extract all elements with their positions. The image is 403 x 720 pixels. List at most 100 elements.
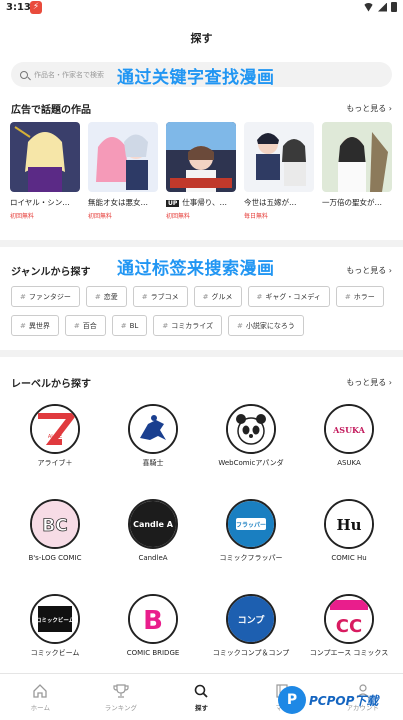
svg-text:コミックビーム: コミックビーム <box>36 616 75 624</box>
watermark: P PCPOP下载 <box>278 680 403 720</box>
search-caption: 通过关键字查找漫画 <box>117 68 275 88</box>
update-badge: UP <box>166 200 180 207</box>
page-title: 探す <box>190 32 213 45</box>
ads-section-title: 広告で話題の作品 <box>11 105 91 116</box>
label-item[interactable]: BC B's-LOG COMIC <box>6 499 104 581</box>
label-name: COMIC BRIDGE <box>126 649 180 657</box>
label-item[interactable]: Candle A CandleA <box>104 499 202 581</box>
label-logo: Candle A <box>128 499 178 549</box>
ad-title: 今世は五嫁が… <box>244 198 297 207</box>
ad-free-tag <box>322 211 392 219</box>
nav-label: ランキング <box>104 704 138 712</box>
status-time: 3:13 <box>6 2 31 13</box>
label-section-title: レーベルから探す <box>11 379 91 390</box>
ads-list: ロイヤル・シン… 初回無料 無能オ女は悪女… 初回無料 UP 仕事帰り、… 初回… <box>10 122 392 220</box>
nav-home[interactable]: ホーム <box>0 674 81 720</box>
nav-ranking[interactable]: ランキング <box>81 674 162 720</box>
label-logo: Hu <box>324 499 374 549</box>
section-divider <box>0 240 403 247</box>
label-item[interactable]: ASUKA ASUKA <box>300 404 398 486</box>
genre-tag[interactable]: # BL <box>111 315 148 336</box>
label-logo: BC <box>30 499 80 549</box>
genre-more-link[interactable]: もっと見る › <box>346 265 392 276</box>
ad-card[interactable]: UP 仕事帰り、… 初回無料 <box>166 122 236 220</box>
genre-tag[interactable]: # ギャグ・コメディ <box>247 286 330 307</box>
label-grid: ALIVE アライブ＋ 喜騎士 WebComicアパンダ ASUKA ASUKA… <box>6 404 398 676</box>
svg-text:CC: CC <box>336 616 362 637</box>
label-logo: ALIVE <box>30 404 80 454</box>
genre-tag[interactable]: # ラブコメ <box>132 286 188 307</box>
label-item[interactable]: フラッパー コミックフラッパー <box>202 499 300 581</box>
label-item[interactable]: WebComicアパンダ <box>202 404 300 486</box>
ad-title: 一万倍の聖女が… <box>322 198 382 207</box>
svg-text:フラッパー: フラッパー <box>236 521 266 529</box>
label-name: COMIC Hu <box>331 554 367 562</box>
watermark-logo: P <box>278 686 306 714</box>
ad-card[interactable]: ロイヤル・シン… 初回無料 <box>10 122 80 220</box>
label-item[interactable]: ALIVE アライブ＋ <box>6 404 104 486</box>
label-logo: ASUKA <box>324 404 374 454</box>
label-name: B's-LOG COMIC <box>28 554 82 562</box>
svg-text:Candle A: Candle A <box>133 520 174 529</box>
label-item[interactable]: B COMIC BRIDGE <box>104 594 202 676</box>
genre-tag[interactable]: # 恋愛 <box>85 286 127 307</box>
label-name: 喜騎士 <box>142 459 164 467</box>
genre-tag[interactable]: # グルメ <box>193 286 242 307</box>
label-logo: コミックビーム <box>30 594 80 644</box>
label-name: コンプエース コミックス <box>309 649 389 657</box>
label-item[interactable]: コンプ コミックコンプ＆コンプ <box>202 594 300 676</box>
search-icon <box>195 684 209 698</box>
svg-text:Hu: Hu <box>336 516 361 534</box>
label-logo: コンプ <box>226 594 276 644</box>
label-item[interactable]: コミックビーム コミックビーム <box>6 594 104 676</box>
home-icon <box>33 684 47 698</box>
wifi-icon <box>363 2 374 12</box>
label-more-link[interactable]: もっと見る › <box>346 377 392 388</box>
ads-more-link[interactable]: もっと見る › <box>346 103 392 114</box>
label-logo: B <box>128 594 178 644</box>
label-name: CandleA <box>138 554 168 562</box>
ad-title: ロイヤル・シン… <box>10 198 70 207</box>
ad-free-tag: 初回無料 <box>166 213 191 220</box>
genre-tag[interactable]: # ホラー <box>335 286 384 307</box>
label-name: コミックフラッパー <box>219 554 283 562</box>
ad-cover-image <box>244 122 314 192</box>
svg-text:コンプ: コンプ <box>238 614 266 626</box>
genre-tag[interactable]: # コミカライズ <box>153 315 222 336</box>
ad-cover-image <box>322 122 392 192</box>
watermark-text: PCPOP下载 <box>309 693 379 708</box>
ad-card[interactable]: 今世は五嫁が… 毎日無料 <box>244 122 314 220</box>
nav-label: ホーム <box>30 704 50 712</box>
label-logo: フラッパー <box>226 499 276 549</box>
genre-tag[interactable]: # ファンタジー <box>11 286 80 307</box>
ad-card[interactable]: 無能オ女は悪女… 初回無料 <box>88 122 158 220</box>
battery-icon <box>391 2 397 12</box>
ad-card[interactable]: 一万倍の聖女が… <box>322 122 392 219</box>
label-name: アライブ＋ <box>37 459 73 467</box>
nav-search[interactable]: 探す <box>161 674 242 720</box>
label-item[interactable]: 喜騎士 <box>104 404 202 486</box>
genre-tag[interactable]: # 小説家になろう <box>228 315 304 336</box>
svg-text:B: B <box>143 606 163 636</box>
ad-cover-image <box>166 122 236 192</box>
ad-free-tag: 毎日無料 <box>244 213 269 220</box>
ad-cover-image <box>10 122 80 192</box>
genre-tag[interactable]: # 百合 <box>64 315 106 336</box>
genre-tag-list: # ファンタジー # 恋愛 # ラブコメ # グルメ # ギャグ・コメディ # ホラー # 異… <box>11 286 394 336</box>
label-name: ASUKA <box>337 459 361 467</box>
search-icon <box>20 70 28 79</box>
label-item[interactable]: Hu COMIC Hu <box>300 499 398 581</box>
section-divider <box>0 350 403 357</box>
ad-cover-image <box>88 122 158 192</box>
flash-icon: ⚡ <box>30 1 42 14</box>
label-name: WebComicアパンダ <box>218 459 284 467</box>
system-icons <box>363 2 397 12</box>
label-item[interactable]: CC コンプエース コミックス <box>300 594 398 676</box>
genre-tag[interactable]: # 異世界 <box>11 315 59 336</box>
ad-title: 無能オ女は悪女… <box>88 198 148 207</box>
label-logo <box>128 404 178 454</box>
genre-section-title: ジャンルから探す <box>11 267 91 278</box>
label-logo <box>226 404 276 454</box>
ad-free-tag: 初回無料 <box>88 213 113 220</box>
label-logo: CC <box>324 594 374 644</box>
